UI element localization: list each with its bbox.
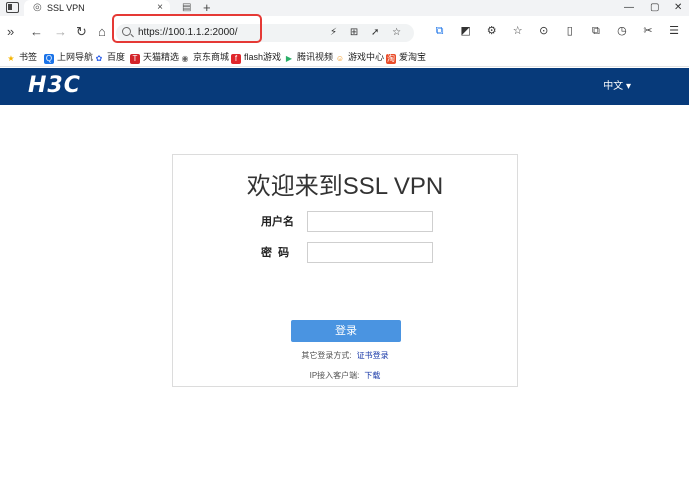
scissors-icon[interactable]: ✂ [637, 24, 660, 38]
close-window-button[interactable]: ✕ [674, 1, 682, 15]
minimize-button[interactable]: — [624, 1, 634, 15]
menu-icon[interactable]: ☰ [663, 24, 686, 38]
bookmarks-bar: ★ 书签 Q 上网导航 ✿ 百度 T 天猫精选 ◉ 京东商城 f flash游戏 ▶ 腾讯视频… [0, 48, 689, 67]
username-label: 用户名 [261, 216, 294, 228]
browser-toolbar: ⧉ ◩ ⚙ ☆ ⊙ ▯ ⧉ ◷ ✂ ☰ 👤 [428, 24, 689, 38]
language-selector[interactable]: 中文 ▾ [603, 80, 631, 93]
menu-chevron-icon[interactable]: » [7, 24, 14, 40]
download-link[interactable]: 下载 [364, 371, 380, 380]
ip-client-download: IP接入客户端: 下载 [173, 370, 517, 381]
search-q-icon: Q [44, 54, 54, 64]
h3c-logo: H3C [28, 73, 81, 98]
bookmark-game-center[interactable]: ☺ 游戏中心 [335, 51, 384, 64]
search-icon [122, 27, 131, 36]
browser-tab-bar: ◎ SSL VPN × ▤ + — ▢ ✕ [0, 0, 689, 16]
star-icon: ★ [7, 54, 15, 63]
username-input[interactable] [307, 211, 433, 232]
address-bar[interactable]: https://100.1.1.2:2000/ ⚡ ⊞ ➚ ☆ [116, 24, 414, 42]
jd-icon: ◉ [181, 54, 189, 63]
other-login-methods: 其它登录方式: 证书登录 [173, 350, 517, 361]
favorites-icon[interactable]: ☆ [506, 24, 529, 38]
bookmark-jd[interactable]: ◉ 京东商城 [180, 51, 230, 64]
extensions-icon[interactable]: ⚙ [480, 24, 503, 38]
translate-extension-icon[interactable]: ⧉ [428, 24, 451, 38]
home-button[interactable]: ⌂ [98, 24, 106, 40]
url-text[interactable]: https://100.1.1.2:2000/ [138, 26, 238, 40]
tab-title: SSL VPN [47, 3, 85, 13]
password-input[interactable] [307, 242, 433, 263]
window-menu-icon[interactable] [6, 2, 19, 13]
reload-button[interactable]: ↻ [76, 24, 87, 40]
maximize-button[interactable]: ▢ [650, 1, 659, 15]
login-button[interactable]: 登录 [291, 320, 401, 342]
ip-client-label: IP接入客户端: [309, 371, 360, 380]
bookmark-web-navigation[interactable]: Q 上网导航 [44, 51, 93, 64]
flash-icon: f [231, 54, 241, 64]
screenshot-extension-icon[interactable]: ◩ [454, 24, 477, 38]
phone-icon[interactable]: ▯ [558, 24, 581, 38]
share-icon[interactable]: ➚ [371, 27, 379, 38]
collections-icon[interactable]: ⧉ [584, 24, 607, 38]
smile-icon: ☺ [335, 54, 345, 63]
bookmark-ai-taobao[interactable]: 淘爱淘宝 [386, 51, 426, 64]
close-tab-icon[interactable]: × [157, 2, 163, 14]
new-tab-button[interactable]: + [203, 0, 211, 15]
bookmark-bookmarks[interactable]: ★ 书签 [6, 51, 37, 64]
bookmark-flash-games[interactable]: f flash游戏 [231, 51, 281, 64]
tab-sidebar-icon[interactable]: ▤ [182, 2, 191, 14]
translate-icon[interactable]: ⊞ [350, 27, 358, 38]
tmall-icon: T [130, 54, 140, 64]
paw-icon: ✿ [95, 54, 103, 63]
bookmark-tencent-video[interactable]: ▶ 腾讯视频 [284, 51, 333, 64]
download-icon[interactable]: ⊙ [532, 24, 555, 38]
certificate-login-link[interactable]: 证书登录 [357, 351, 389, 360]
back-button[interactable]: ← [30, 24, 43, 40]
browser-tab-ssl-vpn[interactable]: ◎ SSL VPN × [24, 0, 170, 16]
favorite-star-icon[interactable]: ☆ [392, 27, 401, 38]
page-header: H3C 中文 ▾ [0, 68, 689, 105]
taobao-icon: 淘 [386, 54, 396, 64]
password-label: 密 码 [261, 247, 290, 259]
history-icon[interactable]: ◷ [610, 24, 633, 38]
address-actions: ⚡ ⊞ ➚ ☆ [330, 26, 411, 40]
forward-button[interactable]: → [54, 24, 67, 40]
speed-icon[interactable]: ⚡ [330, 27, 337, 38]
welcome-title: 欢迎来到SSL VPN [246, 173, 444, 200]
login-card: 欢迎来到SSL VPN 用户名 密 码 登录 其它登录方式: 证书登录 IP接入客… [172, 154, 518, 387]
play-icon: ▶ [285, 54, 293, 63]
bookmark-baidu[interactable]: ✿ 百度 [94, 51, 125, 64]
bookmark-tmall[interactable]: T 天猫精选 [130, 51, 179, 64]
globe-icon: ◎ [33, 2, 42, 13]
other-login-label: 其它登录方式: [301, 351, 352, 360]
